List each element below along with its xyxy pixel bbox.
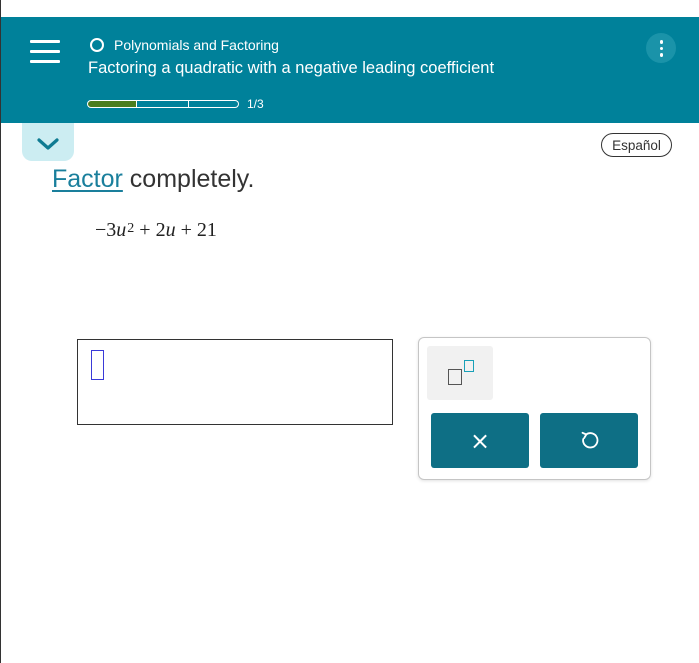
expression-coefficient: −3 [95,219,117,241]
expression-coefficient: 2 [155,219,166,241]
math-palette: × [418,337,651,480]
hamburger-menu-icon[interactable] [30,40,60,64]
expression-exponent: 2 [127,221,135,236]
polynomial-expression: −3u2 + 2u + 21 [95,219,217,242]
progress-bar: 1/3 [87,97,264,111]
exponent-template-button[interactable] [427,346,493,400]
topic-label: Polynomials and Factoring [114,37,279,53]
expression-variable: u [116,219,127,241]
expression-constant: 21 [196,219,217,241]
progress-segment-empty [137,100,189,108]
collapse-toggle-button[interactable] [22,123,74,161]
progress-segment-filled [87,100,137,108]
factor-definition-link[interactable]: Factor [52,165,123,193]
undo-button[interactable] [540,413,638,468]
header-bar: Polynomials and Factoring Factoring a qu… [0,17,699,123]
expression-variable: u [165,219,176,241]
top-strip [0,0,699,17]
clear-button[interactable]: × [431,413,529,468]
window-edge [0,0,1,663]
clear-icon: × [469,426,491,455]
question-prompt: Factor completely. [52,165,254,194]
progress-segment-empty [189,100,239,108]
language-button[interactable]: Español [601,133,672,157]
prompt-text: completely. [122,165,255,193]
page-title: Factoring a quadratic with a negative le… [88,59,495,77]
vertical-ellipsis-icon[interactable] [646,33,676,63]
expression-operator: + [139,219,151,241]
expression-operator: + [180,219,192,241]
progress-count: 1/3 [247,97,264,111]
exponent-template-icon [448,369,462,385]
topic-row: Polynomials and Factoring [90,37,279,53]
answer-input[interactable] [77,339,393,425]
circle-icon [90,38,104,52]
input-cursor [91,350,104,380]
undo-icon [581,431,599,448]
exponent-superscript-icon [464,360,474,372]
chevron-down-icon [37,138,59,150]
